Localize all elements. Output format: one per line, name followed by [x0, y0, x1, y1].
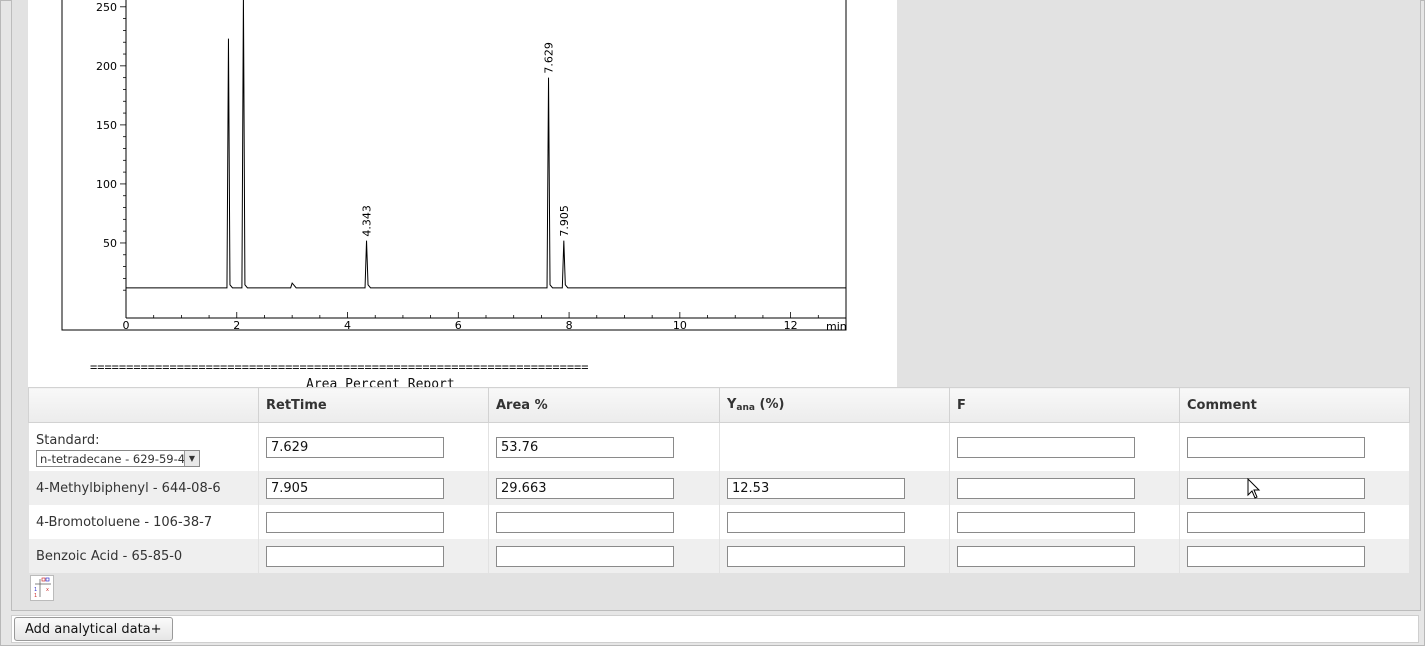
comment-input[interactable] — [1187, 511, 1365, 533]
header-rettime: RetTime — [258, 387, 489, 423]
add-analytical-data-button[interactable]: Add analytical data+ — [14, 617, 173, 641]
header-yana-main: Y — [727, 397, 737, 412]
analytical-data-table: RetTime Area % Yana (%) F Comment Standa… — [28, 387, 1410, 573]
comment-input[interactable] — [1187, 477, 1365, 499]
compound-name: 4-Methylbiphenyl - 644-08-6 — [28, 471, 259, 505]
x-tick-label: 12 — [784, 319, 798, 332]
y-tick-label: 100 — [96, 178, 117, 191]
table-row: 4-Bromotoluene - 106-38-7 — [28, 505, 1410, 539]
table-row-standard: Standard: n-tetradecane - 629-59-4 ▼ — [28, 422, 1410, 471]
report-title: Area Percent Report — [306, 377, 455, 387]
x-tick-label: 8 — [566, 319, 573, 332]
standard-f-input[interactable] — [957, 436, 1135, 458]
header-comment: Comment — [1179, 387, 1410, 423]
svg-text:1: 1 — [34, 593, 37, 599]
table-header-row: RetTime Area % Yana (%) F Comment — [28, 387, 1410, 423]
y-tick-label: 200 — [96, 60, 117, 73]
y-tick-label: 250 — [96, 1, 117, 14]
yana-input[interactable] — [727, 545, 905, 567]
standard-cell: Standard: n-tetradecane - 629-59-4 ▼ — [28, 422, 259, 471]
x-tick-label: 2 — [233, 319, 240, 332]
f-input[interactable] — [957, 511, 1135, 533]
header-yana: Yana (%) — [719, 387, 950, 423]
chromatogram-image: 50 100 150 200 250 0 2 4 6 8 10 12 min 4.343 7.629 7.90… — [28, 0, 897, 387]
header-compound — [28, 387, 259, 423]
area-input[interactable] — [496, 511, 674, 533]
header-area: Area % — [488, 387, 720, 423]
standard-comment-input[interactable] — [1187, 436, 1365, 458]
dropdown-arrow-icon[interactable]: ▼ — [184, 451, 199, 466]
x-tick-label: 4 — [344, 319, 351, 332]
yana-input[interactable] — [727, 477, 905, 499]
standard-select-value: n-tetradecane - 629-59-4 — [40, 451, 184, 466]
report-separator: ========================================… — [90, 360, 589, 374]
x-tick-label: 6 — [455, 319, 462, 332]
svg-text:x: x — [46, 587, 49, 593]
f-input[interactable] — [957, 545, 1135, 567]
peak-label: 7.905 — [558, 205, 571, 237]
area-input[interactable] — [496, 477, 674, 499]
y-tick-label: 50 — [103, 237, 117, 250]
x-axis-label: min — [826, 320, 847, 333]
f-input[interactable] — [957, 477, 1135, 499]
standard-select[interactable]: n-tetradecane - 629-59-4 ▼ — [36, 450, 200, 467]
yana-input[interactable] — [727, 511, 905, 533]
x-tick-label: 10 — [673, 319, 687, 332]
x-tick-label: 0 — [123, 319, 130, 332]
peak-label: 7.629 — [543, 42, 556, 74]
header-f: F — [949, 387, 1180, 423]
mouse-pointer-icon — [1247, 478, 1261, 499]
rettime-input[interactable] — [266, 545, 444, 567]
peak-label: 4.343 — [361, 205, 374, 237]
compound-name: 4-Bromotoluene - 106-38-7 — [28, 505, 259, 539]
area-input[interactable] — [496, 545, 674, 567]
standard-area-input[interactable] — [496, 436, 674, 458]
header-yana-unit: (%) — [754, 397, 785, 412]
table-row: 4-Methylbiphenyl - 644-08-6 — [28, 471, 1410, 505]
comment-input[interactable] — [1187, 545, 1365, 567]
rettime-input[interactable] — [266, 511, 444, 533]
chromatogram-trace — [126, 0, 846, 289]
rettime-input[interactable] — [266, 477, 444, 499]
y-tick-label: 150 — [96, 119, 117, 132]
standard-label: Standard: — [36, 433, 100, 448]
chart-frame — [61, 0, 847, 331]
header-yana-sub: ana — [736, 403, 755, 413]
add-data-bar — [11, 615, 1419, 643]
chromatogram-chart: 50 100 150 200 250 0 2 4 6 8 10 12 min 4.343 7.629 7.90… — [61, 0, 847, 333]
table-row: Benzoic Acid - 65-85-0 — [28, 539, 1410, 573]
table-grid-icon[interactable]: 1 x 1 — [30, 575, 54, 601]
compound-name: Benzoic Acid - 65-85-0 — [28, 539, 259, 573]
standard-rettime-input[interactable] — [266, 436, 444, 458]
